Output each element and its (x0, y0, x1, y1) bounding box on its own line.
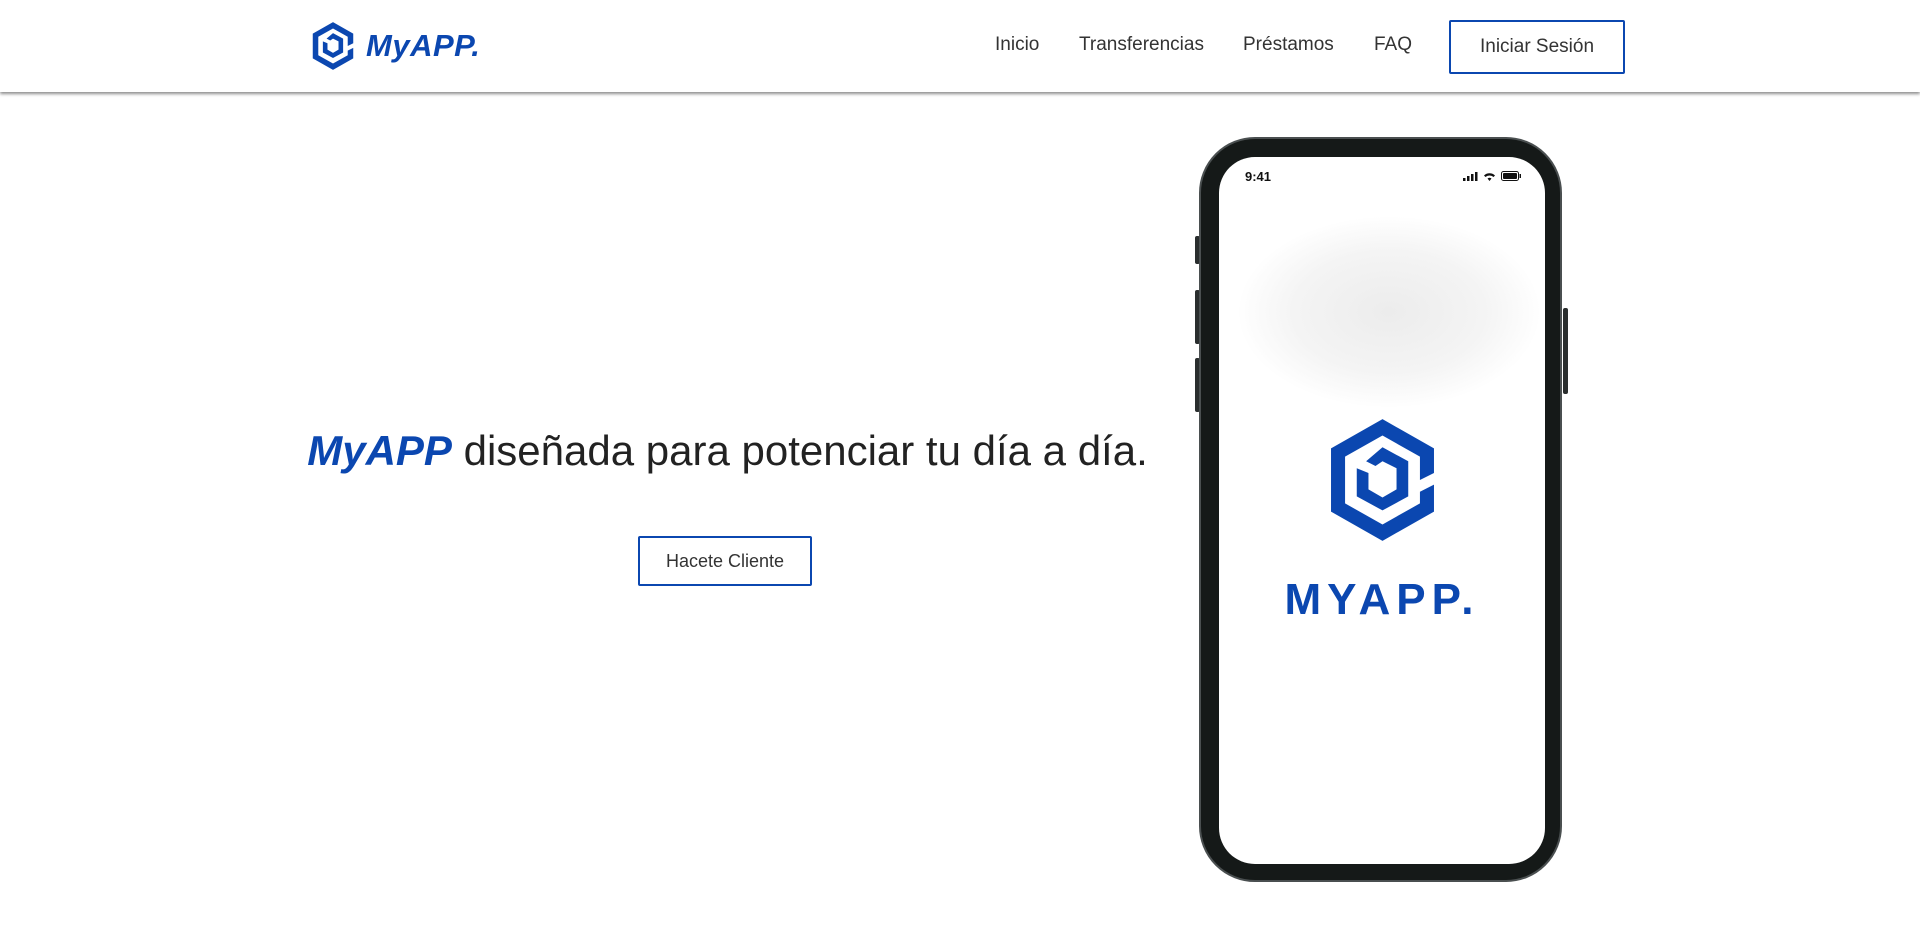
app-wordmark: MYAPP. (1284, 575, 1480, 624)
become-client-button[interactable]: Hacete Cliente (638, 536, 812, 586)
wifi-icon (1484, 172, 1495, 181)
hero-heading-text: diseñada para potenciar tu día a día. (451, 427, 1148, 474)
signal-icon (1463, 171, 1478, 181)
phone-screen: 9:41 MYAPP. (1219, 157, 1545, 864)
login-button[interactable]: Iniciar Sesión (1449, 20, 1625, 74)
nav-prestamos[interactable]: Préstamos (1243, 34, 1334, 56)
status-icons (1463, 171, 1521, 181)
brand-logo-link[interactable]: MyAPP. (310, 20, 480, 72)
cube-hexagon-logo-icon (312, 22, 354, 70)
nav-faq[interactable]: FAQ (1374, 34, 1412, 56)
nav-transferencias[interactable]: Transferencias (1079, 34, 1204, 56)
app-logo-icon (1331, 419, 1434, 541)
battery-icon (1501, 171, 1521, 181)
phone-power-button (1563, 308, 1568, 394)
status-time: 9:41 (1245, 169, 1272, 184)
brand-name: MyAPP. (366, 28, 481, 63)
nav-inicio[interactable]: Inicio (995, 34, 1039, 56)
top-navbar: MyAPP. Inicio Transferencias Préstamos F… (0, 0, 1920, 92)
blurred-background-shape (1239, 217, 1539, 407)
hero-brand-word: MyAPP (307, 427, 452, 474)
hero-heading: MyAPP diseñada para potenciar tu día a d… (300, 425, 1155, 477)
